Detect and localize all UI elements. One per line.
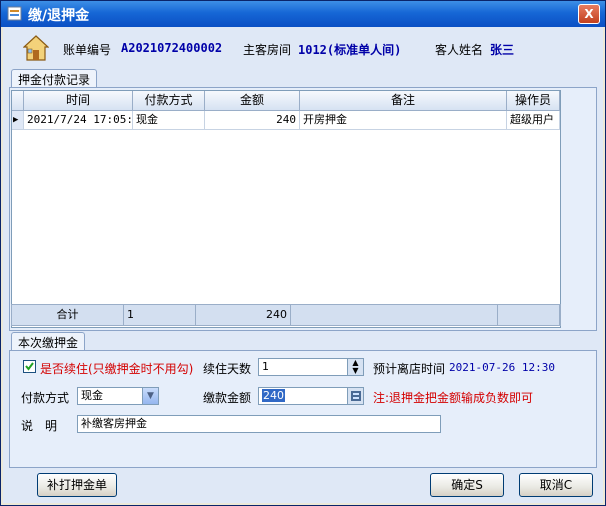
remark-label: 说 明: [21, 419, 58, 433]
payment-method-select[interactable]: 现金 ▼: [77, 387, 159, 405]
bill-number-value: A2021072400002: [121, 41, 223, 55]
stay-days-value: 1: [262, 360, 269, 373]
deposit-amount-label: 缴款金额: [203, 391, 252, 405]
cell-operator[interactable]: 超级用户: [507, 111, 560, 130]
stay-days-label: 续住天数: [203, 362, 252, 376]
total-operator-cell: [498, 305, 560, 326]
checkmark-icon: [25, 362, 34, 371]
guest-name-label: 客人姓名: [435, 43, 484, 57]
row-selector-header: [12, 91, 24, 111]
column-header-amount[interactable]: 金额: [205, 91, 300, 111]
remark-input[interactable]: 补缴客房押金: [77, 415, 441, 433]
continue-stay-checkbox[interactable]: [23, 360, 36, 373]
spinner-arrows-icon[interactable]: ▲ ▼: [347, 359, 363, 375]
refund-note-warning: 注:退押金把金额输成负数即可: [373, 391, 534, 405]
checkout-time-value: 2021-07-26 12:30: [449, 361, 555, 374]
title-bar[interactable]: 缴/退押金 X: [1, 1, 605, 27]
cell-note[interactable]: 开房押金: [300, 111, 507, 130]
cell-method[interactable]: 现金: [133, 111, 205, 130]
tab-current-deposit[interactable]: 本次缴押金: [11, 332, 86, 350]
total-amount: 240: [196, 305, 291, 326]
row-pointer-icon: ▶: [12, 111, 24, 130]
records-total-row: 合计 1 240: [11, 304, 561, 326]
reprint-deposit-slip-button[interactable]: 补打押金单: [37, 473, 117, 497]
cell-time[interactable]: 2021/7/24 17:05:: [24, 111, 133, 130]
deposit-amount-input[interactable]: 240: [258, 387, 364, 405]
total-note-cell: [291, 305, 498, 326]
dialog-body: 账单编号 A2021072400002 主客房间 1012(标准单人间) 客人姓…: [3, 27, 603, 503]
bill-number-label: 账单编号: [63, 43, 112, 57]
remark-value: 补缴客房押金: [81, 417, 147, 430]
ok-button[interactable]: 确定S: [430, 473, 504, 497]
stay-days-input[interactable]: 1 ▲ ▼: [258, 358, 364, 376]
cancel-button[interactable]: 取消C: [519, 473, 593, 497]
close-button[interactable]: X: [578, 4, 600, 24]
tab-deposit-records[interactable]: 押金付款记录: [11, 69, 98, 87]
total-label: 合计: [12, 305, 124, 326]
room-value: 1012(标准单人间): [298, 43, 402, 57]
deposit-records-table[interactable]: 时间 付款方式 金额 备注 操作员 ▶ 2021/7/24 17:05: 现金 …: [11, 90, 561, 328]
house-icon: [23, 35, 49, 61]
bill-info-bar: 账单编号 A2021072400002 主客房间 1012(标准单人间) 客人姓…: [3, 27, 603, 69]
payment-method-label: 付款方式: [21, 391, 70, 405]
window-title: 缴/退押金: [28, 8, 90, 24]
payment-method-value: 现金: [81, 389, 103, 402]
chevron-down-icon[interactable]: ▼: [142, 388, 158, 404]
room-label: 主客房间: [243, 43, 292, 57]
column-header-time[interactable]: 时间: [24, 91, 133, 111]
continue-stay-label[interactable]: 是否续住(只缴押金时不用勾): [40, 360, 193, 377]
deposit-dialog: 缴/退押金 X 账单编号 A2021072400002 主客房间 1012(标准…: [0, 0, 606, 506]
form-icon: [7, 6, 22, 21]
calculator-icon[interactable]: [347, 388, 363, 404]
deposit-amount-value: 240: [262, 389, 285, 402]
column-header-note[interactable]: 备注: [300, 91, 507, 111]
total-count: 1: [124, 305, 196, 326]
cell-amount[interactable]: 240: [205, 111, 300, 130]
column-header-method[interactable]: 付款方式: [133, 91, 205, 111]
guest-name-value: 张三: [490, 43, 515, 57]
checkout-time-label: 预计离店时间: [373, 362, 446, 376]
column-header-operator[interactable]: 操作员: [507, 91, 560, 111]
